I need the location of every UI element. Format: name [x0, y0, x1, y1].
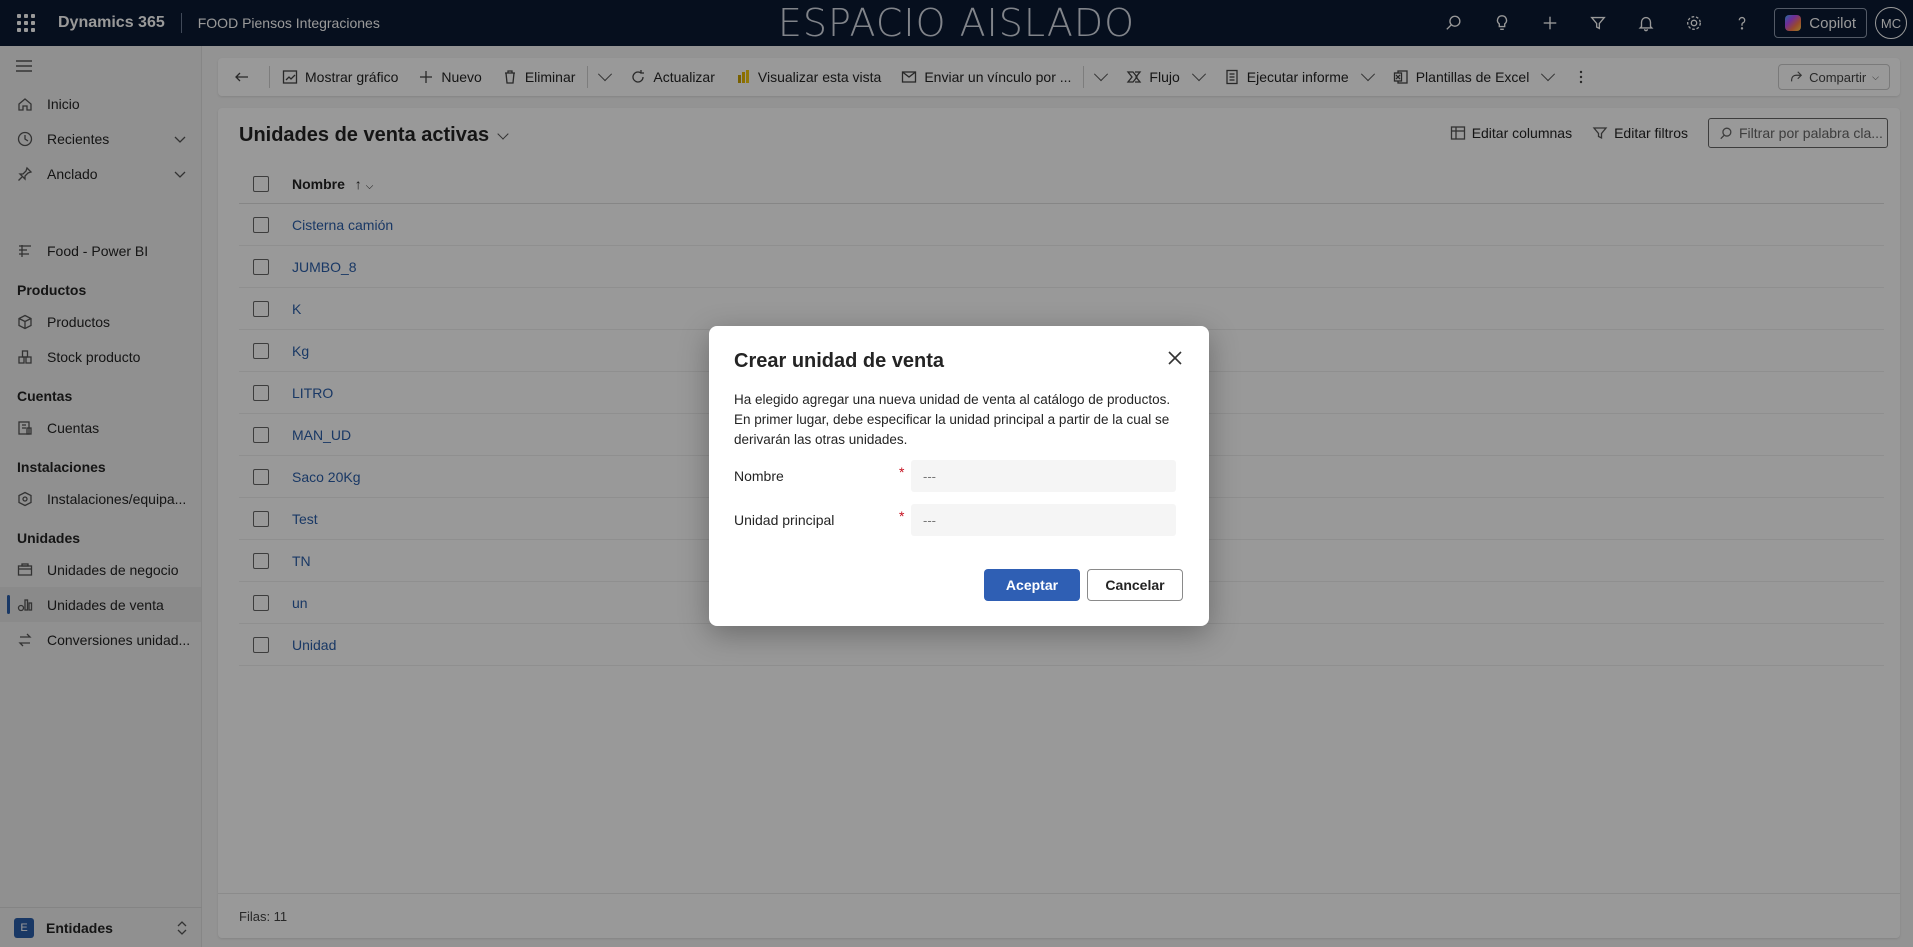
dialog-title: Crear unidad de venta [734, 350, 945, 372]
dialog-description: Ha elegido agregar una nueva unidad de v… [734, 392, 1171, 447]
required-indicator: * [899, 464, 905, 480]
nombre-field-input[interactable]: --- [911, 460, 1176, 492]
create-sales-unit-dialog: Crear unidad de venta Ha elegido agregar… [709, 326, 1209, 626]
unidad-principal-field-row: Unidad principal * --- [734, 504, 1184, 536]
nombre-field-value: --- [923, 468, 936, 484]
unidad-principal-field-label: Unidad principal [734, 512, 835, 528]
unidad-principal-field-input[interactable]: --- [911, 504, 1176, 536]
unidad-principal-field-value: --- [923, 512, 936, 528]
nombre-field-label: Nombre [734, 468, 784, 484]
accept-button[interactable]: Aceptar [984, 569, 1080, 601]
cancel-button[interactable]: Cancelar [1087, 569, 1183, 601]
close-icon [1168, 351, 1182, 365]
nombre-field-row: Nombre * --- [734, 460, 1184, 492]
close-button[interactable] [1165, 348, 1185, 368]
required-indicator: * [899, 508, 905, 524]
